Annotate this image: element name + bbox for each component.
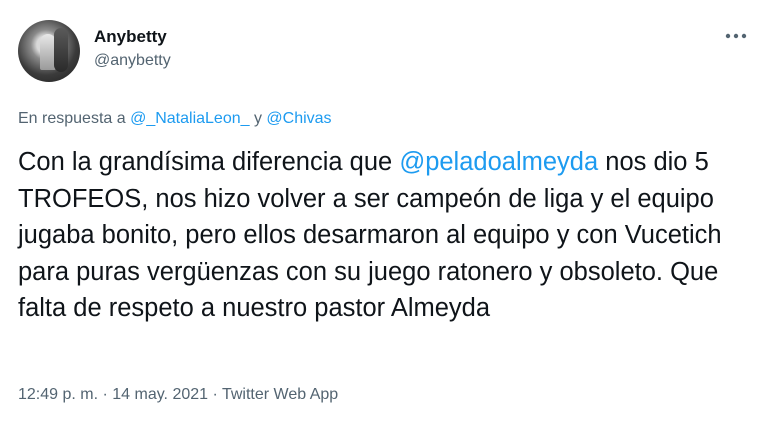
meta-separator: · [208,386,222,403]
reply-prefix: En respuesta a [18,110,131,127]
more-horizontal-icon [725,33,747,39]
avatar-figure-secondary [54,28,68,72]
reply-mention-chivas[interactable]: @Chivas [266,110,331,127]
avatar[interactable] [18,20,80,82]
reply-context: En respuesta a @_NataliaLeon_ y @Chivas [18,110,332,128]
author-name[interactable]: Anybetty [94,27,167,47]
reply-mention-natalia[interactable]: @_NataliaLeon_ [130,110,249,127]
tweet-source[interactable]: Twitter Web App [222,386,338,403]
tweet-text-before: Con la grandísima diferencia que [18,148,400,176]
tweet-text: Con la grandísima diferencia que @pelado… [18,144,758,327]
tweet-meta: 12:49 p. m. · 14 may. 2021 · Twitter Web… [18,386,338,404]
tweet-date[interactable]: 14 may. 2021 [112,386,208,403]
tweet-time[interactable]: 12:49 p. m. [18,386,98,403]
more-options-button[interactable] [722,29,750,43]
reply-joiner: y [249,110,267,127]
tweet-mention[interactable]: @peladoalmeyda [399,148,598,176]
author-handle[interactable]: @anybetty [94,52,171,70]
meta-separator: · [98,386,113,403]
